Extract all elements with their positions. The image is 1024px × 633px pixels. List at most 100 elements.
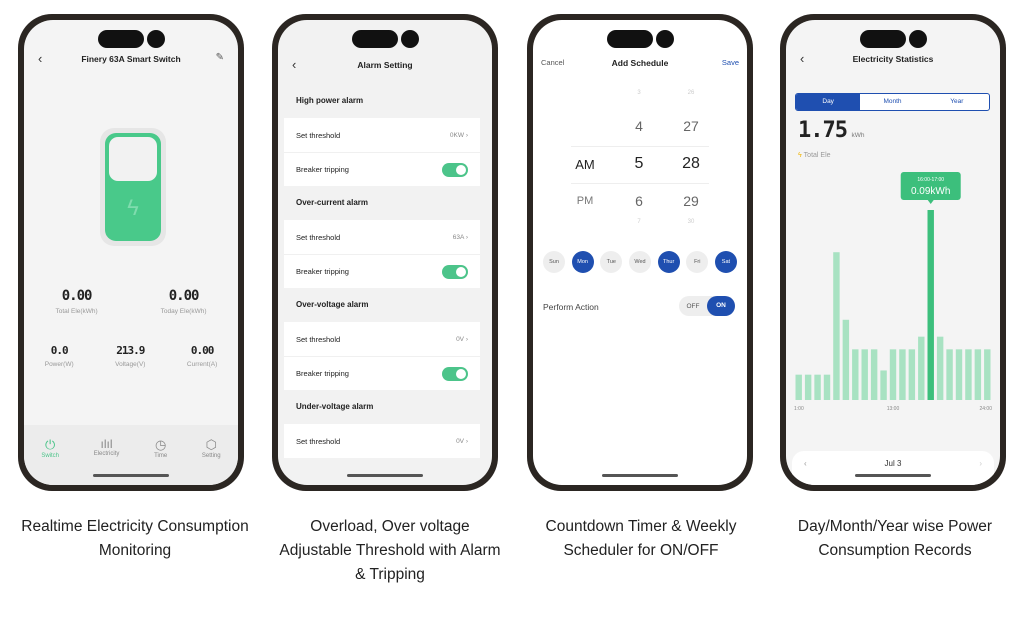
date-navigator: ‹ Jul 3 › xyxy=(792,451,994,485)
total-ele-label: ϟ Total Ele xyxy=(798,152,831,159)
total-consumption: 1.75 kWh xyxy=(798,118,865,143)
chart-bar[interactable] xyxy=(965,349,972,400)
tooltip-value: 0.09kWh xyxy=(911,186,950,197)
tripping-label: Breaker tripping xyxy=(296,267,349,276)
chart-bar[interactable] xyxy=(842,319,850,400)
clock-icon: ◷ xyxy=(154,437,167,452)
chart-bar[interactable] xyxy=(814,374,821,400)
prev-date-button[interactable]: ‹ xyxy=(804,459,807,477)
caption-scheduler: Countdown Timer & Weekly Scheduler for O… xyxy=(545,518,737,559)
breaker-tripping-toggle[interactable] xyxy=(442,162,468,177)
chart-bar[interactable] xyxy=(861,349,868,400)
threshold-label: Set threshold xyxy=(296,232,341,242)
nav-time[interactable]: ◷ Time xyxy=(154,437,167,485)
chevron-right-icon: › xyxy=(465,437,468,445)
chart-bar[interactable] xyxy=(918,336,925,400)
chart-bar[interactable] xyxy=(946,349,953,400)
page-title: Alarm Setting xyxy=(357,60,413,70)
set-threshold-row[interactable]: Set threshold 0KW › xyxy=(284,118,480,152)
alarm-section-title: High power alarm xyxy=(284,84,480,118)
lightning-icon: ϟ xyxy=(127,195,139,220)
chart-bar[interactable] xyxy=(908,349,916,400)
chart-bar[interactable] xyxy=(852,349,859,400)
tooltip-pointer xyxy=(927,200,934,204)
day-sat-button[interactable]: Sat xyxy=(714,251,737,273)
caption-records: Day/Month/Year wise Power Consumption Re… xyxy=(797,518,993,559)
tab-day[interactable]: Day xyxy=(796,94,861,110)
alarm-section-title: Over-voltage alarm xyxy=(284,288,480,322)
chart-bar[interactable] xyxy=(823,374,831,400)
phone-statistics-screen: ‹ Electricity Statistics Day Month Year … xyxy=(780,14,1006,491)
gear-icon: ⬡ xyxy=(205,437,217,452)
breaker-tripping-toggle[interactable] xyxy=(442,264,468,279)
power-icon: ⏻ xyxy=(45,437,56,452)
page-title: Add Schedule xyxy=(611,58,669,68)
day-wed-button[interactable]: Wed xyxy=(628,251,651,273)
chart-bar[interactable] xyxy=(984,349,991,400)
chart-bar[interactable] xyxy=(870,349,878,400)
save-button[interactable]: Save xyxy=(722,58,739,67)
edit-icon[interactable]: ✎ xyxy=(216,52,224,63)
day-sun-button[interactable]: Sun xyxy=(543,251,565,273)
threshold-value: 63A xyxy=(452,233,465,241)
chart-bar[interactable] xyxy=(880,370,887,400)
breaker-tripping-toggle[interactable] xyxy=(442,366,468,381)
chevron-right-icon: › xyxy=(465,131,468,139)
off-option[interactable]: OFF xyxy=(679,303,707,310)
phone-schedule-screen: Cancel Add Schedule Save AM PM 3 4 5 6 7… xyxy=(527,14,753,491)
on-off-toggle[interactable]: OFF ON xyxy=(679,296,735,316)
day-thur-button[interactable]: Thur xyxy=(657,251,680,273)
page-title: Finery 63A Smart Switch xyxy=(81,54,181,64)
nav-switch[interactable]: ⏻ Switch xyxy=(41,437,59,485)
threshold-label: Set threshold xyxy=(296,334,341,344)
bar-chart-icon: ılıl xyxy=(100,437,113,451)
day-fri-button[interactable]: Fri xyxy=(686,251,709,273)
perform-action-label: Perform Action xyxy=(543,302,599,312)
alarm-list: High power alarm Set threshold 0KW › Break… xyxy=(284,84,480,458)
on-option[interactable]: ON xyxy=(707,296,735,316)
threshold-value: 0V xyxy=(456,335,465,343)
tab-year[interactable]: Year xyxy=(925,94,989,110)
threshold-value: 0V xyxy=(456,437,465,445)
tripping-label: Breaker tripping xyxy=(296,369,349,378)
breaker-tripping-row: Breaker tripping xyxy=(284,152,480,186)
set-threshold-row[interactable]: Set threshold 0V › xyxy=(284,424,480,458)
breaker-tripping-row: Breaker tripping xyxy=(284,254,480,288)
chart-bar[interactable] xyxy=(833,252,840,400)
chart-bar[interactable] xyxy=(804,374,812,400)
alarm-section-title: Under-voltage alarm xyxy=(284,390,480,424)
nav-electricity[interactable]: ılıl Electricity xyxy=(94,437,120,485)
chart-bar[interactable] xyxy=(927,210,934,400)
chart-bar[interactable] xyxy=(974,349,982,400)
switch-toggle-graphic[interactable]: ϟ xyxy=(100,128,166,246)
lightning-icon: ϟ xyxy=(798,152,802,159)
set-threshold-row[interactable]: Set threshold 0V › xyxy=(284,322,480,356)
phone-alarm-screen: ‹ Alarm Setting High power alarm Set thr… xyxy=(272,14,498,491)
x-tick-label: 24:00 xyxy=(979,406,992,412)
nav-setting[interactable]: ⬡ Setting xyxy=(202,437,221,485)
next-date-button[interactable]: › xyxy=(979,459,982,477)
threshold-label: Set threshold xyxy=(296,130,341,140)
day-mon-button[interactable]: Mon xyxy=(571,251,594,273)
tripping-label: Breaker tripping xyxy=(296,165,349,174)
chevron-right-icon: › xyxy=(465,335,468,343)
caption-monitoring: Realtime Electricity Consumption Monitor… xyxy=(21,518,249,559)
chevron-right-icon: › xyxy=(465,233,468,241)
set-threshold-row[interactable]: Set threshold 63A › xyxy=(284,220,480,254)
chart-bar[interactable] xyxy=(955,349,963,400)
chart-bar[interactable] xyxy=(889,349,897,400)
today-ele-stat: 0.00 Today Ele(kWh) xyxy=(160,288,207,315)
chart-bar[interactable] xyxy=(899,349,906,400)
phone-switch-screen: ‹ Finery 63A Smart Switch ✎ ϟ 0.00 Total … xyxy=(18,14,244,491)
tooltip-time: 16:00-17:00 xyxy=(917,177,944,183)
chart-bar[interactable] xyxy=(936,336,944,400)
tab-month[interactable]: Month xyxy=(860,94,924,110)
page-title: Electricity Statistics xyxy=(852,54,934,64)
voltage-metric: 213.9 Voltage(V) xyxy=(115,344,146,368)
current-metric: 0.00 Current(A) xyxy=(186,344,218,368)
chart-bar[interactable] xyxy=(795,374,802,400)
day-tue-button[interactable]: Tue xyxy=(600,251,623,273)
hourly-bar-chart: 1:00 13:00 24:00 16:00-17:00 0.09kWh xyxy=(794,172,992,412)
total-ele-stat: 0.00 Total Ele(kWh) xyxy=(55,288,98,315)
power-metric: 0.0 Power(W) xyxy=(44,344,74,368)
